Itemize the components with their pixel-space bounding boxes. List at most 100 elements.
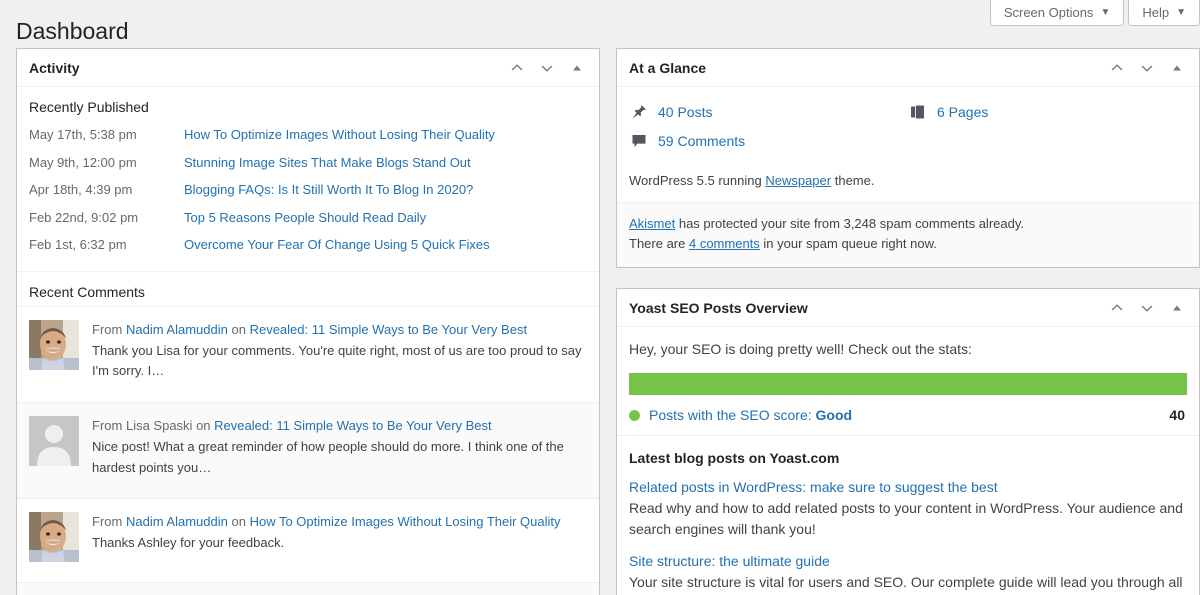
yoast-seo-panel: Yoast SEO Posts Overview Hey, your SEO i… <box>616 288 1200 595</box>
yoast-feed-heading: Latest blog posts on Yoast.com <box>629 450 1187 466</box>
version-suffix: theme. <box>831 173 874 188</box>
list-item: Feb 1st, 6:32 pm Overcome Your Fear Of C… <box>29 231 587 259</box>
yoast-intro-text: Hey, your SEO is doing pretty well! Chec… <box>629 341 1187 357</box>
activity-panel-title: Activity <box>29 60 507 76</box>
chevron-down-icon: ▼ <box>1176 8 1186 18</box>
screen-options-label: Screen Options <box>1004 5 1094 20</box>
recently-published-heading: Recently Published <box>17 87 599 121</box>
comment-body: From Lisa Spaski on Revealed: 11 Simple … <box>92 416 587 478</box>
post-link[interactable]: Stunning Image Sites That Make Blogs Sta… <box>184 153 471 173</box>
post-link[interactable]: Overcome Your Fear Of Change Using 5 Qui… <box>184 235 490 255</box>
comment-post-link[interactable]: Revealed: 11 Simple Ways to Be Your Very… <box>214 418 491 433</box>
post-link[interactable]: Blogging FAQs: Is It Still Worth It To B… <box>184 180 473 200</box>
seo-score-count: 40 <box>1169 407 1187 423</box>
list-item: Feb 22nd, 9:02 pm Top 5 Reasons People S… <box>29 204 587 232</box>
seo-score-legend-label[interactable]: Posts with the SEO score: Good <box>649 407 1169 423</box>
activity-panel-actions <box>507 58 587 78</box>
screen-options-button[interactable]: Screen Options ▼ <box>990 0 1125 26</box>
recent-comments-heading: Recent Comments <box>17 272 599 306</box>
feed-item: Site structure: the ultimate guide Your … <box>629 553 1187 593</box>
yoast-feed: Latest blog posts on Yoast.com Related p… <box>617 435 1199 595</box>
publish-date: May 9th, 12:00 pm <box>29 153 184 173</box>
at-a-glance-panel-actions <box>1107 58 1187 78</box>
glance-item-comments[interactable]: 59 Comments <box>629 128 908 157</box>
on-label: on <box>231 322 245 337</box>
help-label: Help <box>1142 5 1169 20</box>
help-button[interactable]: Help ▼ <box>1128 0 1200 26</box>
list-item: May 17th, 5:38 pm How To Optimize Images… <box>29 121 587 149</box>
yoast-body: Hey, your SEO is doing pretty well! Chec… <box>617 327 1199 435</box>
dashboard-column-right: At a Glance <box>616 48 1200 595</box>
avatar <box>29 320 79 370</box>
move-up-icon[interactable] <box>507 58 527 78</box>
publish-date: Feb 1st, 6:32 pm <box>29 235 184 255</box>
activity-panel: Activity Recently Published May 17th, <box>16 48 600 595</box>
at-a-glance-body: 40 Posts 6 Pages <box>617 87 1199 163</box>
on-label: on <box>231 514 245 529</box>
yoast-panel-header: Yoast SEO Posts Overview <box>617 289 1199 327</box>
at-a-glance-panel-title: At a Glance <box>629 60 1107 76</box>
feed-item-description: Read why and how to add related posts to… <box>629 498 1187 540</box>
seo-score-legend: Posts with the SEO score: Good 40 <box>629 407 1187 423</box>
from-label: From <box>92 322 122 337</box>
avatar <box>29 512 79 562</box>
akismet-line-2-prefix: There are <box>629 236 689 251</box>
akismet-line-2: There are 4 comments in your spam queue … <box>629 234 1187 254</box>
pin-icon <box>629 102 649 122</box>
seo-score-value: Good <box>816 407 853 423</box>
list-item: Apr 18th, 4:39 pm Blogging FAQs: Is It S… <box>29 176 587 204</box>
move-up-icon[interactable] <box>1107 58 1127 78</box>
pages-icon <box>908 102 928 122</box>
akismet-line-1-text: has protected your site from 3,248 spam … <box>675 216 1024 231</box>
from-label: From <box>92 418 122 433</box>
wordpress-version-line: WordPress 5.5 running Newspaper theme. <box>617 163 1199 202</box>
recently-published-list: May 17th, 5:38 pm How To Optimize Images… <box>17 121 599 271</box>
post-link[interactable]: How To Optimize Images Without Losing Th… <box>184 125 495 145</box>
topbar: Dashboard Screen Options ▼ Help ▼ <box>0 0 1200 48</box>
comment-text: Thank you Lisa for your comments. You're… <box>92 341 587 381</box>
akismet-line-1: Akismet has protected your site from 3,2… <box>629 214 1187 234</box>
comment-author: Lisa Spaski <box>126 418 192 433</box>
version-prefix: WordPress 5.5 running <box>629 173 765 188</box>
chevron-down-icon: ▼ <box>1100 8 1110 18</box>
toggle-panel-icon[interactable] <box>567 58 587 78</box>
list-item: May 9th, 12:00 pm Stunning Image Sites T… <box>29 149 587 177</box>
glance-comments-link[interactable]: 59 Comments <box>658 133 745 149</box>
on-label: on <box>196 418 210 433</box>
post-link[interactable]: Top 5 Reasons People Should Read Daily <box>184 208 426 228</box>
comment-post-link[interactable]: How To Optimize Images Without Losing Th… <box>250 514 561 529</box>
glance-pages-link[interactable]: 6 Pages <box>937 104 988 120</box>
toggle-panel-icon[interactable] <box>1167 298 1187 318</box>
akismet-line-2-suffix: in your spam queue right now. <box>760 236 937 251</box>
comment-body: From Nadim Alamuddin on How To Optimize … <box>92 512 587 562</box>
glance-item-posts[interactable]: 40 Posts <box>629 99 908 128</box>
comment-text: Thanks Ashley for your feedback. <box>92 533 587 553</box>
comment-meta: From Lisa Spaski on Revealed: 11 Simple … <box>92 416 587 437</box>
feed-item-link[interactable]: Related posts in WordPress: make sure to… <box>629 479 1187 495</box>
avatar <box>29 416 79 466</box>
feed-item: Related posts in WordPress: make sure to… <box>629 479 1187 540</box>
feed-item-link[interactable]: Site structure: the ultimate guide <box>629 553 1187 569</box>
move-down-icon[interactable] <box>1137 298 1157 318</box>
seo-score-bar <box>629 373 1187 395</box>
glance-item-pages[interactable]: 6 Pages <box>908 99 1187 128</box>
move-up-icon[interactable] <box>1107 298 1127 318</box>
comment-author-link[interactable]: Nadim Alamuddin <box>126 322 228 337</box>
move-down-icon[interactable] <box>537 58 557 78</box>
glance-posts-link[interactable]: 40 Posts <box>658 104 712 120</box>
comment-meta: From Nadim Alamuddin on Revealed: 11 Sim… <box>92 320 587 341</box>
comment-item: From Lisa Spaski on Revealed: 11 Simple … <box>17 403 599 499</box>
move-down-icon[interactable] <box>1137 58 1157 78</box>
at-a-glance-counts: 40 Posts 6 Pages <box>629 99 1187 157</box>
feed-item-description: Your site structure is vital for users a… <box>629 572 1187 593</box>
top-button-group: Screen Options ▼ Help ▼ <box>990 0 1200 26</box>
at-a-glance-panel: At a Glance <box>616 48 1200 268</box>
toggle-panel-icon[interactable] <box>1167 58 1187 78</box>
yoast-panel-actions <box>1107 298 1187 318</box>
akismet-link[interactable]: Akismet <box>629 216 675 231</box>
comment-post-link[interactable]: Revealed: 11 Simple Ways to Be Your Very… <box>250 322 527 337</box>
comment-author-link[interactable]: Nadim Alamuddin <box>126 514 228 529</box>
spam-queue-link[interactable]: 4 comments <box>689 236 760 251</box>
publish-date: May 17th, 5:38 pm <box>29 125 184 145</box>
theme-link[interactable]: Newspaper <box>765 173 831 188</box>
